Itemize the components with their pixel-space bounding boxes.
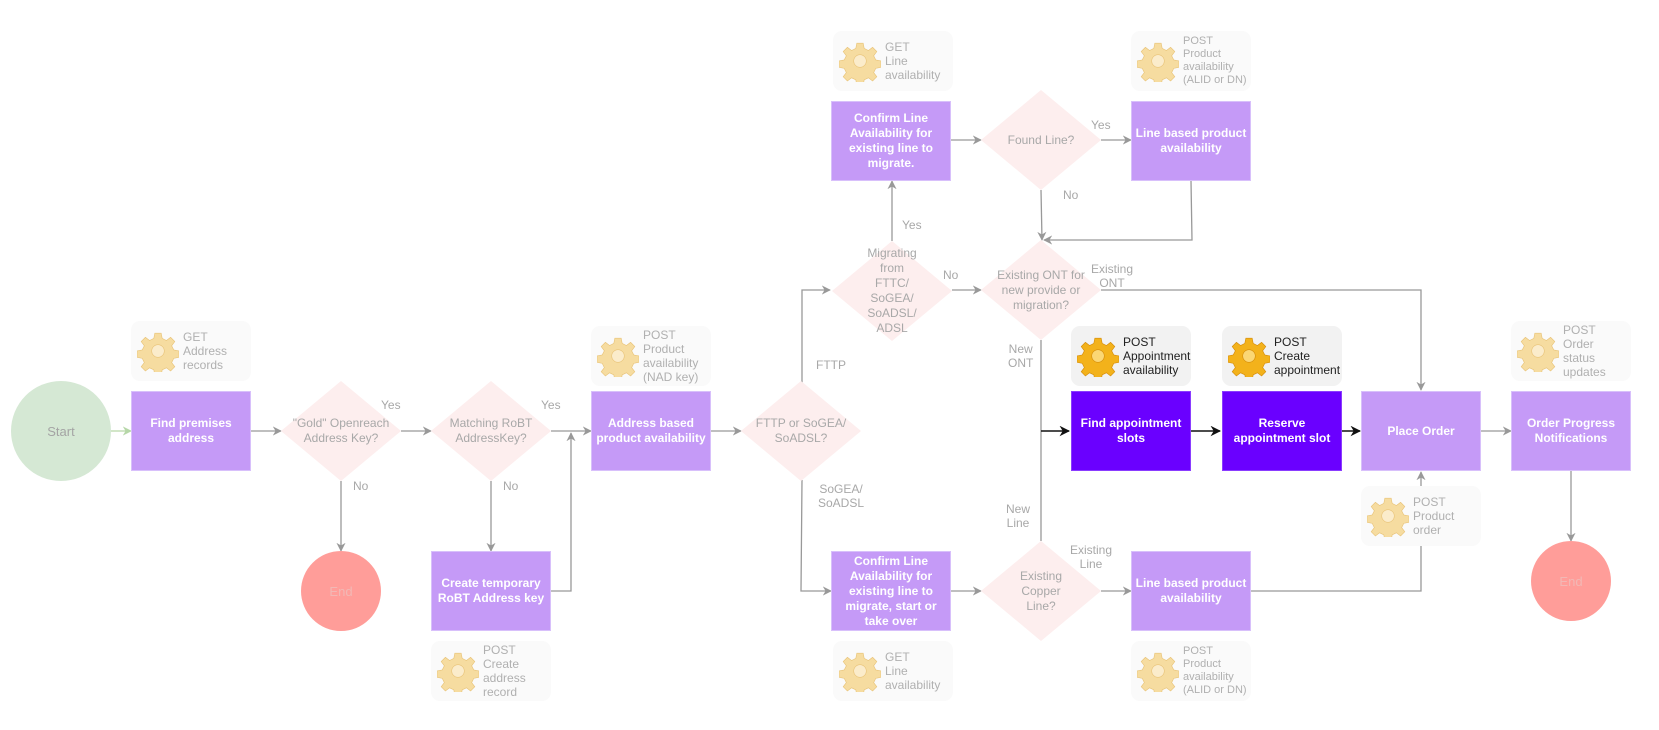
gear-icon <box>137 332 179 372</box>
api-post-product-availability-alid-top[interactable]: POST Product availability (ALID or DN) <box>1131 31 1251 91</box>
api-post-product-availability-nad[interactable]: POST Product availability (NAD key) <box>591 326 711 386</box>
gear-icon <box>1228 337 1270 377</box>
edge-label-existing-ont: Existing ONT <box>1091 262 1134 290</box>
api-call-label: POST Appointment availability <box>1123 335 1191 377</box>
decision-label: Matching RoBT AddressKey? <box>449 416 533 445</box>
gear-icon <box>597 337 639 377</box>
api-call-label: GET Line availability <box>885 650 941 692</box>
edge-label-found-no: No <box>1063 188 1079 202</box>
decision-existing-ont[interactable]: Existing ONT for new provide or migratio… <box>981 240 1101 340</box>
decision-matching-robt[interactable]: Matching RoBT AddressKey? <box>431 381 551 481</box>
edge-label-robt-yes: Yes <box>541 398 561 412</box>
end-terminal-final[interactable]: End <box>1531 541 1611 621</box>
api-call-label: POST Order status updates <box>1563 323 1606 379</box>
api-get-line-availability-bottom[interactable]: GET Line availability <box>833 641 953 701</box>
decision-label: Found Line? <box>1007 132 1075 147</box>
process-order-notifications[interactable]: Order Progress Notifications <box>1511 391 1631 471</box>
api-call-label: POST Product availability (ALID or DN) <box>1183 645 1247 696</box>
api-get-address-records[interactable]: GET Address records <box>131 321 251 381</box>
edge-label-new-ont: New ONT <box>1008 342 1034 370</box>
api-post-create-address-record[interactable]: POST Create address record <box>431 641 551 701</box>
gear-icon <box>1367 497 1409 537</box>
process-address-availability[interactable]: Address based product availability <box>591 391 711 471</box>
end-terminal-address[interactable]: End <box>301 551 381 631</box>
decision-label: Existing ONT for new provide or migratio… <box>997 267 1085 312</box>
api-call-label: GET Line availability <box>885 40 941 82</box>
gear-icon <box>839 42 881 82</box>
edge-label-gold-yes: Yes <box>381 398 401 412</box>
gear-icon <box>839 652 881 692</box>
edge-found-no-ont <box>1037 189 1047 241</box>
gear-icon <box>1137 652 1179 692</box>
process-line-availability-bottom[interactable]: Line based product availability <box>1131 551 1251 631</box>
process-place-order[interactable]: Place Order <box>1361 391 1481 471</box>
process-confirm-line-start[interactable]: Confirm Line Availability for existing l… <box>831 551 951 631</box>
process-line-availability-top[interactable]: Line based product availability <box>1131 101 1251 181</box>
process-find-premises-address[interactable]: Find premises address <box>131 391 251 471</box>
decision-fttp-or-sogea[interactable]: FTTP or SoGEA/ SoADSL? <box>741 381 861 481</box>
api-call-label: POST Product order <box>1413 495 1455 537</box>
api-call-label: POST Create appointment <box>1274 335 1341 377</box>
edge-label-migrating-no: No <box>943 268 959 282</box>
decision-migrating-from[interactable]: Migrating from FTTC/ SoGEA/ SoADSL/ ADSL <box>832 241 952 341</box>
decision-label: "Gold" Openreach Address Key? <box>292 416 390 445</box>
api-call-label: POST Create address record <box>483 643 526 699</box>
process-reserve-appointment-slot[interactable]: Reserve appointment slot <box>1222 391 1342 471</box>
api-post-order-status-updates[interactable]: POST Order status updates <box>1511 321 1631 381</box>
edge-label-gold-no: No <box>353 479 369 493</box>
edge-label-fttp: FTTP <box>816 358 846 372</box>
edge-label-sogea: SoGEA/ SoADSL <box>818 482 865 510</box>
api-post-create-appointment[interactable]: POST Create appointment <box>1222 326 1342 386</box>
edge-label-found-yes: Yes <box>1091 118 1111 132</box>
edge-label-new-line: New Line <box>1006 502 1031 530</box>
api-call-label: POST Product availability (NAD key) <box>643 328 699 384</box>
api-get-line-availability-top[interactable]: GET Line availability <box>833 31 953 91</box>
edge-label-robt-no: No <box>503 479 519 493</box>
process-find-appointment-slots[interactable]: Find appointment slots <box>1071 391 1191 471</box>
process-confirm-line-migrate[interactable]: Confirm Line Availability for existing l… <box>831 101 951 181</box>
gear-icon <box>1137 42 1179 82</box>
edge-label-existing-line: Existing Line <box>1070 543 1113 571</box>
api-call-label: POST Product availability (ALID or DN) <box>1183 35 1247 86</box>
decision-label: Migrating from FTTC/ SoGEA/ SoADSL/ ADSL <box>867 246 917 335</box>
gear-icon <box>1077 337 1119 377</box>
api-post-product-order[interactable]: POST Product order <box>1361 486 1481 546</box>
process-create-temporary-key[interactable]: Create temporary RoBT Address key <box>431 551 551 631</box>
start-terminal[interactable]: Start <box>11 381 111 481</box>
edge-label-migrating-yes: Yes <box>902 218 922 232</box>
edge-create-address <box>551 432 576 592</box>
api-post-product-availability-alid-bottom[interactable]: POST Product availability (ALID or DN) <box>1131 641 1251 701</box>
decision-gold-key[interactable]: "Gold" Openreach Address Key? <box>281 381 401 481</box>
gear-icon <box>437 652 479 692</box>
decision-label: FTTP or SoGEA/ SoADSL? <box>755 416 847 445</box>
gear-icon <box>1517 332 1559 372</box>
decision-found-line[interactable]: Found Line? <box>981 90 1101 190</box>
api-post-appointment-availability[interactable]: POST Appointment availability <box>1071 326 1191 386</box>
api-call-label: GET Address records <box>183 330 228 372</box>
